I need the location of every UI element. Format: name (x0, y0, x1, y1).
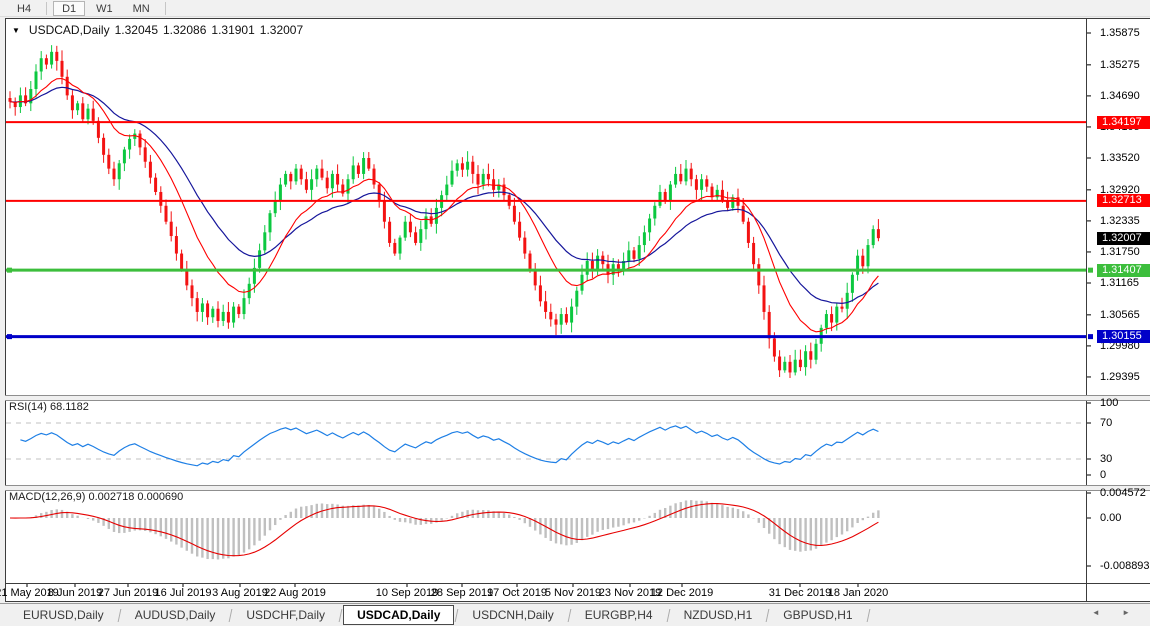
chart-symbol: USDCAD,Daily (29, 23, 110, 37)
line-handle[interactable] (7, 268, 12, 273)
date-label: 5 Nov 2019 (545, 587, 601, 599)
price-close: 1.32007 (260, 23, 303, 37)
price-badge-1.32007: 1.32007 (1097, 232, 1150, 245)
price-tick-label: 1.31750 (1100, 246, 1140, 258)
price-low: 1.31901 (211, 23, 254, 37)
tab-usdcad-daily[interactable]: USDCAD,Daily (343, 605, 454, 625)
tab-gbpusd-h1[interactable]: GBPUSD,H1 (770, 606, 865, 624)
date-label: 16 Jul 2019 (155, 587, 212, 599)
axis-ticks (27, 33, 1091, 587)
chart-canvas[interactable] (0, 0, 1150, 626)
price-tick-label: 1.31165 (1100, 277, 1139, 289)
price-open: 1.32045 (115, 23, 158, 37)
rsi-axis-label: 70 (1100, 417, 1112, 429)
tab-separator (117, 609, 121, 622)
macd-axis-label: 0.00 (1100, 512, 1121, 524)
price-badge-1.30155: 1.30155 (1097, 330, 1150, 343)
chart-border-bottom (5, 601, 1150, 602)
tab-nzdusd-h1[interactable]: NZDUSD,H1 (671, 606, 766, 624)
price-high: 1.32086 (163, 23, 206, 37)
tab-separator (455, 609, 459, 622)
tab-scroll-right-icon[interactable]: ► (1122, 608, 1140, 617)
tab-scroll-arrows: ◄ ► (1092, 608, 1140, 617)
price-tick-label: 1.34690 (1100, 90, 1140, 102)
date-label: 3 Aug 2019 (212, 587, 268, 599)
tab-eurusd-daily[interactable]: EURUSD,Daily (10, 606, 117, 624)
rsi-pane (6, 423, 1086, 459)
rsi-label: RSI(14) 68.1182 (9, 401, 89, 413)
candles (9, 45, 880, 378)
price-tick-label: 1.32335 (1100, 215, 1140, 227)
price-tick-label: 1.35875 (1100, 27, 1140, 39)
rsi-axis-label: 0 (1100, 469, 1106, 481)
moving-averages (10, 79, 878, 332)
tab-separator (666, 609, 670, 622)
date-label: 22 Aug 2019 (264, 587, 326, 599)
date-label: 12 Dec 2019 (651, 587, 713, 599)
date-label: 8 Jun 2019 (48, 587, 102, 599)
chart-border-left (5, 18, 6, 602)
horizontal-lines[interactable] (6, 122, 1093, 339)
tab-separator (866, 609, 870, 622)
tab-eurgbp-h4[interactable]: EURGBP,H4 (572, 606, 666, 624)
tab-usdcnh-daily[interactable]: USDCNH,Daily (459, 606, 566, 624)
macd-pane (10, 500, 878, 559)
tab-separator (567, 609, 571, 622)
macd-axis-label: 0.004572 (1100, 487, 1146, 499)
price-badge-1.32713: 1.32713 (1097, 194, 1150, 207)
price-tick-label: 1.30565 (1100, 309, 1140, 321)
tab-separator (229, 609, 233, 622)
macd-axis-label: -0.008893 (1100, 560, 1150, 572)
date-label: 10 Sep 2019 (376, 587, 438, 599)
price-badge-1.34197: 1.34197 (1097, 116, 1150, 129)
tab-scroll-left-icon[interactable]: ◄ (1092, 608, 1110, 617)
pane-splitter-rsi[interactable] (5, 395, 1150, 401)
tab-audusd-daily[interactable]: AUDUSD,Daily (122, 606, 229, 624)
date-label: 18 Jan 2020 (828, 587, 889, 599)
price-tick-label: 1.33520 (1100, 152, 1140, 164)
date-label: 17 Oct 2019 (487, 587, 547, 599)
chart-title: ▼ USDCAD,Daily 1.32045 1.32086 1.31901 1… (12, 23, 303, 37)
date-label: 31 Dec 2019 (769, 587, 831, 599)
symbol-dropdown-icon[interactable]: ▼ (12, 26, 20, 35)
rsi-axis-label: 100 (1100, 397, 1118, 409)
tab-separator (766, 609, 770, 622)
chart-border-top (5, 18, 1150, 19)
tab-usdchf-daily[interactable]: USDCHF,Daily (233, 606, 338, 624)
rsi-line (20, 426, 878, 466)
price-tick-label: 1.35275 (1100, 59, 1140, 71)
macd-label: MACD(12,26,9) 0.002718 0.000690 (9, 491, 183, 503)
price-tick-label: 1.29395 (1100, 371, 1140, 383)
rsi-axis-label: 30 (1100, 453, 1112, 465)
chart-tab-bar: EURUSD,Daily AUDUSD,DailyUSDCHF,Daily USDC… (0, 603, 1150, 626)
tab-separator (339, 609, 343, 622)
date-label: 27 Jun 2019 (98, 587, 159, 599)
line-handle[interactable] (7, 334, 12, 339)
date-label: 28 Sep 2019 (431, 587, 493, 599)
price-badge-1.31407: 1.31407 (1097, 264, 1150, 277)
